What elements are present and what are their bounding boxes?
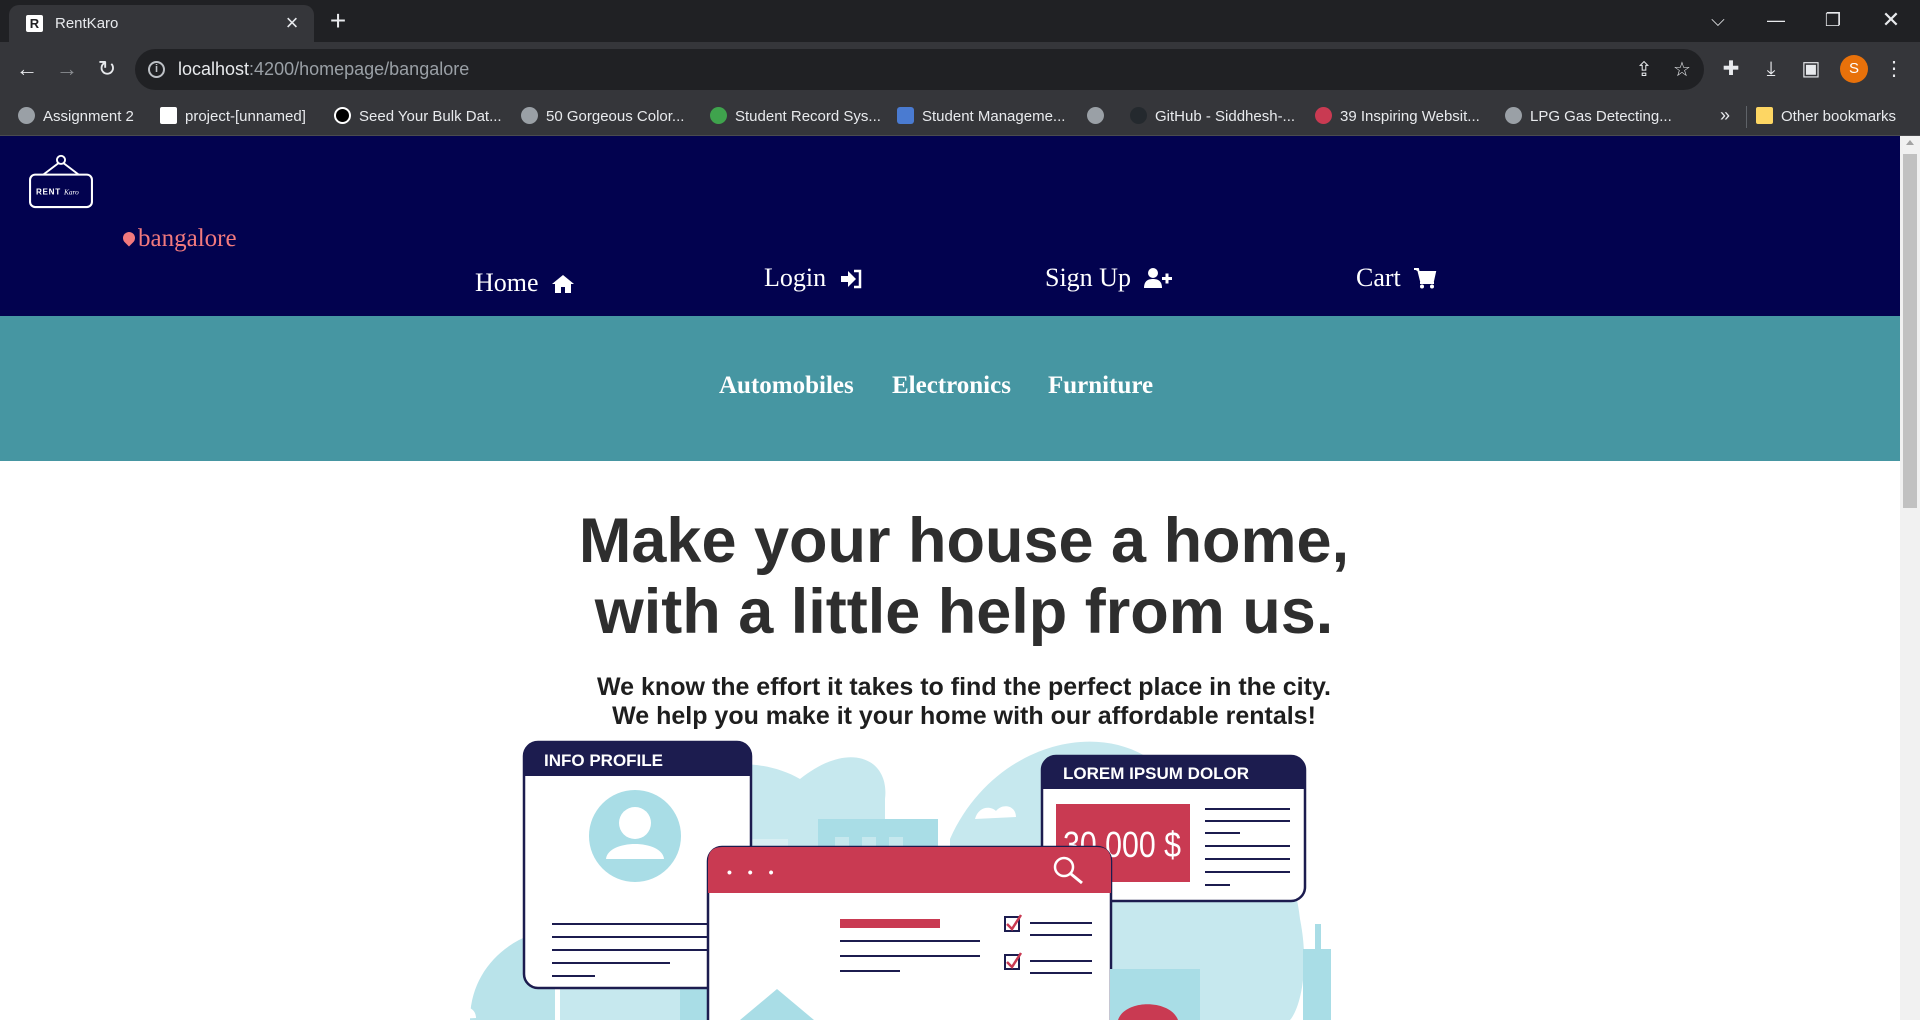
bookmark-item[interactable] (1087, 106, 1112, 128)
site-icon (1315, 107, 1332, 124)
hero-title-line: Make your house a home, (578, 506, 1350, 576)
user-plus-icon (1144, 268, 1173, 288)
price-card-title: LOREM IPSUM DOLOR (1063, 764, 1249, 783)
site-icon (897, 107, 914, 124)
side-panel-icon[interactable]: ▣ (1797, 55, 1825, 83)
bookmark-item[interactable]: project-[unnamed] (160, 106, 306, 128)
globe-icon (1505, 107, 1522, 124)
category-electronics[interactable]: Electronics (892, 372, 1011, 400)
back-icon[interactable]: ← (12, 54, 42, 84)
window-close-icon[interactable]: ✕ (1863, 4, 1919, 36)
bookmark-item[interactable]: 39 Inspiring Websit... (1315, 106, 1480, 128)
site-header: RENT Karo bangalore Home Login Sign Up C… (0, 136, 1900, 316)
globe-icon (18, 107, 35, 124)
location-label[interactable]: bangalore (120, 225, 237, 253)
restore-icon[interactable]: ❐ (1805, 4, 1861, 36)
svg-text:RENT: RENT (36, 188, 61, 197)
bookmark-item[interactable]: Seed Your Bulk Dat... (334, 106, 502, 128)
medium-icon (334, 107, 351, 124)
listing-window-card: • • • (706, 845, 1113, 1020)
bookmark-item[interactable]: Student Manageme... (897, 106, 1065, 128)
category-bar: Automobiles Electronics Furniture (0, 316, 1900, 461)
page-scrollbar[interactable] (1900, 136, 1920, 1020)
hero-subtitle-line: We know the effort it takes to find the … (597, 673, 1331, 701)
forward-icon[interactable]: → (52, 54, 82, 84)
bookmarks-divider (1746, 106, 1747, 128)
browser-tab[interactable]: R RentKaro × (9, 5, 314, 42)
github-icon (1130, 107, 1147, 124)
nav-cart[interactable]: Cart (1356, 263, 1437, 293)
sign-in-icon (840, 269, 861, 289)
nav-login[interactable]: Login (764, 263, 863, 293)
info-profile-title: INFO PROFILE (544, 751, 663, 770)
share-icon[interactable]: ⇪ (1632, 58, 1656, 82)
tab-favicon-icon: R (26, 15, 43, 32)
minimize-icon[interactable]: — (1748, 4, 1804, 36)
new-tab-icon[interactable]: + (325, 7, 351, 35)
scroll-up-arrow-icon[interactable] (1906, 140, 1914, 145)
site-icon (710, 107, 727, 124)
nav-signup[interactable]: Sign Up (1045, 263, 1173, 293)
hero-title: Make your house a home, with a little he… (0, 506, 1900, 648)
profile-avatar[interactable]: S (1840, 55, 1868, 83)
cart-icon (1414, 268, 1437, 289)
bookmark-item[interactable]: Student Record Sys... (710, 106, 881, 128)
home-icon (552, 275, 575, 293)
folder-icon (1756, 107, 1773, 124)
hero-illustration: INFO PROFILE LOREM IPSUM DOLOR 30,000 $ (435, 740, 1356, 1020)
site-icon (521, 107, 538, 124)
category-furniture[interactable]: Furniture (1048, 372, 1153, 400)
bookmark-item[interactable]: Assignment 2 (18, 106, 134, 128)
browser-toolbar: ← → ↻ i localhost:4200/homepage/bangalor… (0, 42, 1920, 97)
browser-tab-strip: R RentKaro × + ⌵ — ❐ ✕ (0, 0, 1920, 42)
svg-text:Karo: Karo (63, 188, 79, 197)
category-automobiles[interactable]: Automobiles (719, 372, 854, 400)
download-icon[interactable]: ⤓ (1757, 55, 1785, 83)
notion-icon (160, 107, 177, 124)
bookmark-star-icon[interactable]: ☆ (1670, 58, 1694, 82)
bookmarks-bar: Assignment 2 project-[unnamed] Seed Your… (0, 97, 1920, 136)
scrollbar-thumb[interactable] (1903, 154, 1917, 508)
bookmark-item[interactable]: 50 Gorgeous Color... (521, 106, 684, 128)
extensions-icon[interactable]: ✚ (1717, 55, 1745, 83)
reload-icon[interactable]: ↻ (92, 54, 122, 84)
window-dots: • • • (727, 864, 779, 880)
url-text[interactable]: localhost:4200/homepage/bangalore (178, 59, 469, 80)
tab-close-icon[interactable]: × (280, 11, 304, 35)
nav-home[interactable]: Home (475, 268, 575, 298)
bookmark-item[interactable]: LPG Gas Detecting... (1505, 106, 1672, 128)
browser-menu-icon[interactable]: ⋮ (1880, 55, 1908, 83)
rentkaro-logo[interactable]: RENT Karo (17, 154, 105, 210)
address-bar[interactable]: i localhost:4200/homepage/bangalore ⇪ ☆ (135, 49, 1704, 90)
page-viewport: RENT Karo bangalore Home Login Sign Up C… (0, 136, 1900, 1020)
globe-icon (1087, 107, 1104, 124)
hero-title-line: with a little help from us. (594, 577, 1334, 647)
bookmarks-overflow-icon[interactable]: » (1720, 105, 1730, 126)
other-bookmarks[interactable]: Other bookmarks (1756, 106, 1896, 128)
bookmark-item[interactable]: GitHub - Siddhesh-... (1130, 106, 1295, 128)
site-info-icon[interactable]: i (148, 61, 165, 78)
tab-title: RentKaro (55, 15, 119, 32)
map-pin-icon (120, 229, 138, 247)
tab-search-chevron-icon[interactable]: ⌵ (1690, 4, 1746, 36)
